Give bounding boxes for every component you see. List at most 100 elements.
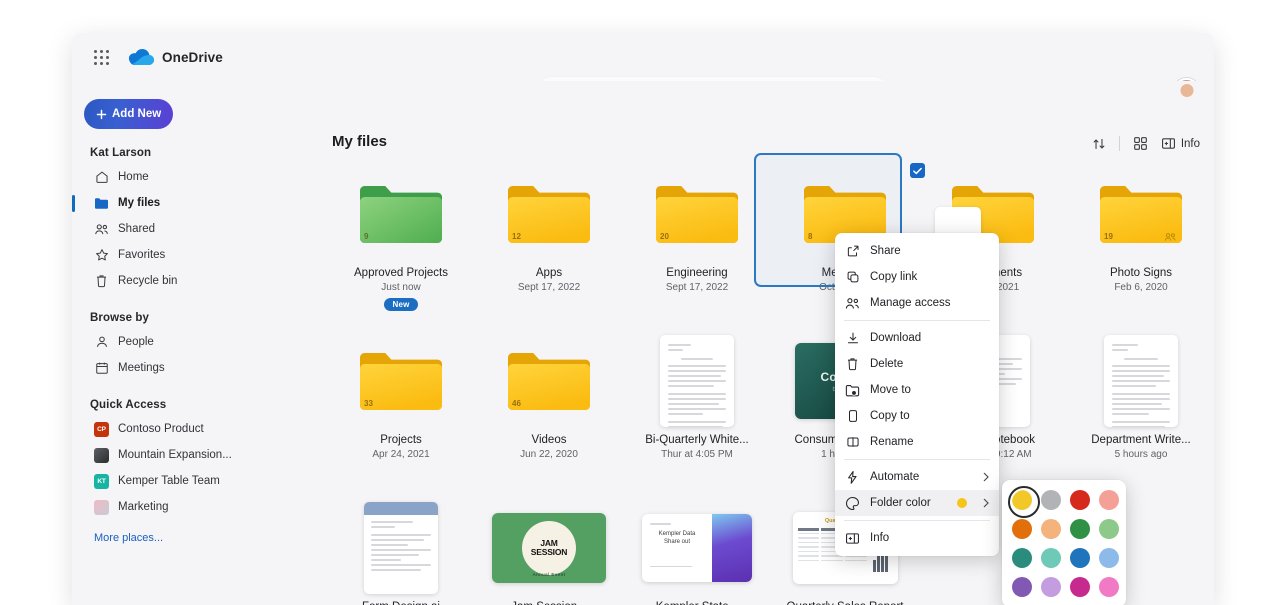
folder-color-flyout <box>1002 480 1126 605</box>
onedrive-brand[interactable]: OneDrive <box>128 48 223 66</box>
item-name: Form Design.ai <box>327 601 475 605</box>
download-icon <box>845 331 860 346</box>
item-name: Apps <box>535 267 563 279</box>
info-panel-button[interactable]: Info <box>1161 137 1200 150</box>
grid-item-photo-signs[interactable]: 19 Photo Signs Feb 6, 2020 <box>1067 167 1214 293</box>
menu-item-manage-access[interactable]: Manage access <box>835 290 999 316</box>
grid-item-apps[interactable]: 12 Apps Sept 17, 2022 <box>475 167 623 293</box>
color-swatch-red[interactable] <box>1070 490 1090 510</box>
sidebar-item-shared[interactable]: Shared <box>72 216 267 242</box>
menu-item-move-to[interactable]: Move to <box>835 377 999 403</box>
grid-item-projects[interactable]: 33 Projects Apr 24, 2021 <box>327 334 475 460</box>
grid-item-form-design[interactable]: Form Design.ai Jan 14, 2023 <box>327 501 475 605</box>
folder-icon: 12 <box>505 181 593 247</box>
grid-item-jam-session[interactable]: JAM SESSION Annual Event Jam Session... … <box>475 501 623 605</box>
slide-title: Kempler Data Share out <box>658 530 696 545</box>
chevron-right-icon <box>983 498 989 508</box>
grid-item-bi-quarterly-white[interactable]: Bi-Quarterly White... Thur at 4:05 PM <box>623 334 771 460</box>
color-swatch-salmon[interactable] <box>1099 490 1119 510</box>
onedrive-title: OneDrive <box>162 49 223 65</box>
sidebar-item-label: Contoso Product <box>118 423 204 435</box>
sidebar-item-my-files[interactable]: My files <box>72 190 267 216</box>
sidebar-item-people[interactable]: People <box>72 329 267 355</box>
color-swatch-peach[interactable] <box>1041 519 1061 539</box>
color-swatch-gray[interactable] <box>1041 490 1061 510</box>
slide-preview: Kempler Data Share out <box>642 514 752 582</box>
item-checkbox[interactable] <box>910 163 925 178</box>
account-name: Kat Larson <box>90 147 152 159</box>
quick-access-item-kemper-table-team[interactable]: KT Kemper Table Team <box>72 468 267 494</box>
grid-item-department-write[interactable]: Department Write... 5 hours ago <box>1067 334 1214 460</box>
menu-item-automate[interactable]: Automate <box>835 464 999 490</box>
item-thumbnail: 33 <box>327 334 475 428</box>
card-preview: JAM SESSION Annual Event <box>492 513 606 583</box>
sidebar-item-recycle-bin[interactable]: Recycle bin <box>72 268 267 294</box>
info-label: Info <box>1180 137 1200 150</box>
grid-item-videos[interactable]: 46 Videos Jun 22, 2020 <box>475 334 623 460</box>
item-thumbnail: 46 <box>475 334 623 428</box>
color-swatch-orange[interactable] <box>1012 519 1032 539</box>
grid-item-kempler-state[interactable]: Kempler Data Share out Kempler State... … <box>623 501 771 605</box>
menu-item-copy-link[interactable]: Copy link <box>835 264 999 290</box>
color-swatch-pink[interactable] <box>1099 577 1119 597</box>
quick-access-item-contoso-product[interactable]: CP Contoso Product <box>72 416 267 442</box>
menu-item-label: Download <box>870 332 922 344</box>
menu-item-download[interactable]: Download <box>835 325 999 351</box>
grid-view-icon[interactable] <box>1133 136 1148 151</box>
item-date: Just now <box>381 282 421 293</box>
delete-trash-icon <box>845 357 860 372</box>
color-swatch-green[interactable] <box>1070 519 1090 539</box>
color-swatch-magenta[interactable] <box>1070 577 1090 597</box>
quick-access-heading: Quick Access <box>90 399 167 411</box>
plus-icon <box>96 109 107 120</box>
color-swatch-purple[interactable] <box>1012 577 1032 597</box>
menu-item-folder-color[interactable]: Folder color <box>835 490 999 516</box>
color-swatch-lavender[interactable] <box>1041 577 1061 597</box>
menu-item-info[interactable]: Info <box>835 525 999 551</box>
menu-item-rename[interactable]: Rename <box>835 429 999 455</box>
color-swatch-mint[interactable] <box>1041 548 1061 568</box>
primary-nav: Home My files Shared Favorites Recycle b… <box>72 164 267 294</box>
item-name: Kempler State... <box>623 601 771 605</box>
color-swatch-teal[interactable] <box>1012 548 1032 568</box>
sidebar-item-label: Mountain Expansion... <box>118 449 232 461</box>
sidebar-item-label: Recycle bin <box>118 275 178 287</box>
trash-icon <box>94 274 109 289</box>
more-places-link[interactable]: More places... <box>94 532 267 544</box>
home-icon <box>94 170 109 185</box>
quick-access-item-marketing[interactable]: Marketing <box>72 494 267 520</box>
folder-item-count: 8 <box>808 232 813 241</box>
menu-item-share[interactable]: Share <box>835 238 999 264</box>
menu-item-label: Share <box>870 245 901 257</box>
color-swatch-light-green[interactable] <box>1099 519 1119 539</box>
quick-access-item-mountain-expansion[interactable]: Mountain Expansion... <box>72 442 267 468</box>
chevron-right-icon <box>983 472 989 482</box>
grid-item-approved-projects[interactable]: 9 Approved Projects Just now New <box>327 167 475 312</box>
item-thumbnail: Kempler Data Share out <box>623 501 771 595</box>
onedrive-cloud-icon <box>128 48 154 66</box>
browse-by-nav: People Meetings <box>72 329 267 381</box>
sort-arrows-icon[interactable] <box>1092 137 1106 151</box>
menu-item-label: Rename <box>870 436 914 448</box>
grid-item-engineering[interactable]: 20 Engineering Sept 17, 2022 <box>623 167 771 293</box>
item-date: Feb 6, 2020 <box>1114 282 1168 293</box>
sidebar-item-home[interactable]: Home <box>72 164 267 190</box>
color-swatch-blue[interactable] <box>1070 548 1090 568</box>
sidebar-item-meetings[interactable]: Meetings <box>72 355 267 381</box>
add-new-label: Add New <box>112 108 162 120</box>
top-app-bar: OneDrive <box>72 33 1214 81</box>
app-launcher-icon[interactable] <box>88 44 114 70</box>
calendar-icon <box>94 361 109 376</box>
color-swatch-yellow[interactable] <box>1008 486 1040 518</box>
sidebar-item-favorites[interactable]: Favorites <box>72 242 267 268</box>
item-thumbnail <box>623 334 771 428</box>
sidebar-item-label: Home <box>118 171 149 183</box>
menu-item-label: Move to <box>870 384 911 396</box>
item-name: Jam Session... <box>475 601 623 605</box>
color-swatch-light-blue[interactable] <box>1099 548 1119 568</box>
item-thumbnail: 9 <box>327 167 475 261</box>
move-to-folder-icon <box>845 383 860 398</box>
add-new-button[interactable]: Add New <box>84 99 174 129</box>
menu-item-copy-to[interactable]: Copy to <box>835 403 999 429</box>
menu-item-delete[interactable]: Delete <box>835 351 999 377</box>
